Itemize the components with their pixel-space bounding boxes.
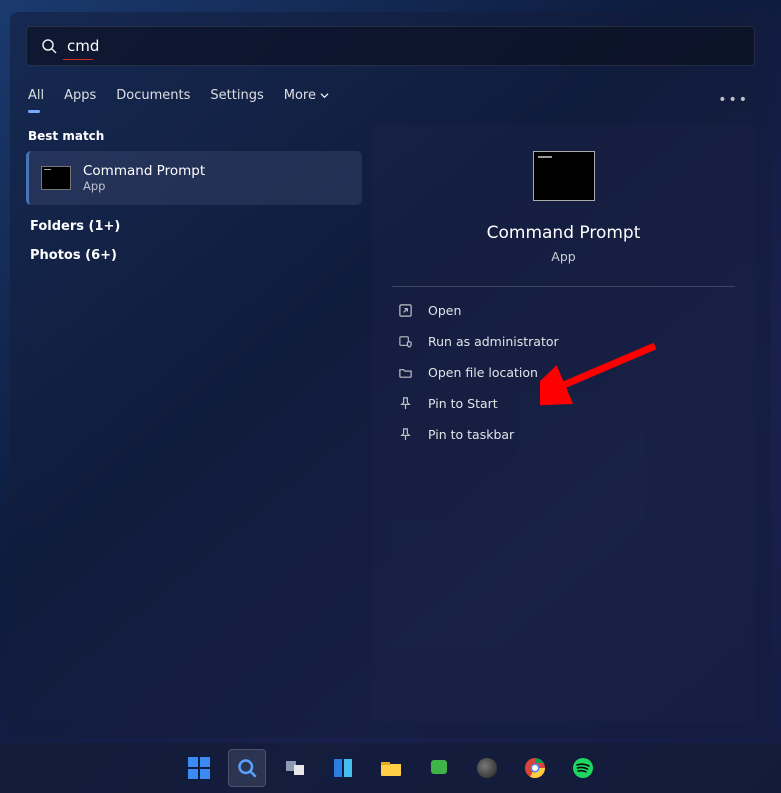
tab-apps[interactable]: Apps (64, 88, 96, 111)
detail-sub: App (551, 249, 575, 264)
search-bar[interactable] (26, 26, 755, 66)
results-column: Best match Command Prompt App Folders (1… (26, 125, 362, 722)
action-open[interactable]: Open (392, 295, 735, 326)
action-pin-to-start[interactable]: Pin to Start (392, 388, 735, 419)
spellcheck-underline (63, 59, 93, 61)
chrome-icon (524, 757, 546, 779)
taskbar-spotify[interactable] (564, 749, 602, 787)
taskbar-app-green[interactable] (420, 749, 458, 787)
tab-documents[interactable]: Documents (116, 88, 190, 111)
chevron-down-icon (320, 91, 329, 100)
taskbar-app-round[interactable] (468, 749, 506, 787)
search-icon (237, 758, 257, 778)
pin-icon (398, 427, 413, 442)
overflow-menu[interactable]: ••• (718, 92, 753, 108)
result-sub: App (83, 179, 205, 193)
action-label: Pin to Start (428, 396, 498, 411)
command-prompt-icon (41, 166, 71, 190)
pin-icon (398, 396, 413, 411)
tab-more[interactable]: More (284, 88, 329, 111)
admin-shield-icon (398, 334, 413, 349)
taskbar-start[interactable] (180, 749, 218, 787)
action-open-file-location[interactable]: Open file location (392, 357, 735, 388)
taskbar-chrome[interactable] (516, 749, 554, 787)
command-prompt-icon (533, 151, 595, 201)
detail-pane: Command Prompt App Open Run as administr… (372, 125, 755, 722)
folder-icon (398, 365, 413, 380)
category-photos[interactable]: Photos (6+) (30, 248, 358, 263)
taskview-icon (284, 757, 306, 779)
action-label: Pin to taskbar (428, 427, 514, 442)
search-input[interactable] (67, 37, 740, 55)
divider (392, 286, 735, 287)
taskbar (0, 743, 781, 793)
taskbar-taskview[interactable] (276, 749, 314, 787)
best-match-label: Best match (28, 129, 360, 143)
result-command-prompt[interactable]: Command Prompt App (26, 151, 362, 205)
category-folders[interactable]: Folders (1+) (30, 219, 358, 234)
folder-icon (379, 758, 403, 778)
action-pin-to-taskbar[interactable]: Pin to taskbar (392, 419, 735, 450)
action-label: Run as administrator (428, 334, 559, 349)
widgets-icon (332, 757, 354, 779)
action-label: Open (428, 303, 461, 318)
scope-tabs: All Apps Documents Settings More ••• (26, 88, 755, 111)
chat-icon (428, 757, 450, 779)
result-title: Command Prompt (83, 163, 205, 179)
windows-logo-icon (188, 757, 210, 779)
tab-settings[interactable]: Settings (210, 88, 263, 111)
round-app-icon (477, 758, 497, 778)
detail-title: Command Prompt (487, 223, 641, 243)
spotify-icon (572, 757, 594, 779)
start-search-panel: All Apps Documents Settings More ••• Bes… (10, 12, 771, 738)
taskbar-search[interactable] (228, 749, 266, 787)
taskbar-file-explorer[interactable] (372, 749, 410, 787)
search-icon (41, 38, 57, 54)
open-icon (398, 303, 413, 318)
tab-all[interactable]: All (28, 88, 44, 111)
action-label: Open file location (428, 365, 538, 380)
action-run-as-administrator[interactable]: Run as administrator (392, 326, 735, 357)
taskbar-widgets[interactable] (324, 749, 362, 787)
